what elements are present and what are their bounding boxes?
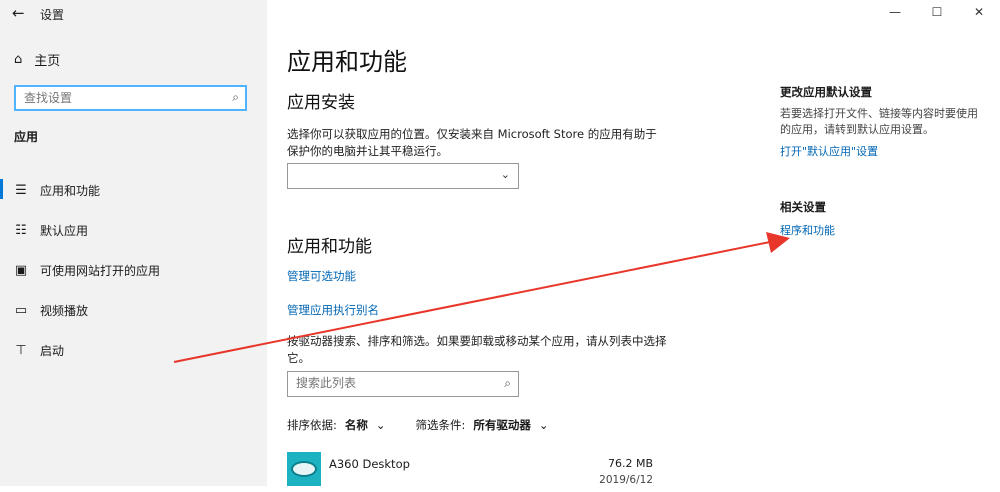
sidebar-item-label: 可使用网站打开的应用 [40,263,161,278]
app-list-search-input[interactable] [288,372,486,394]
default-apps-icon: ☷ [15,222,27,238]
sidebar: ← 设置 ⌂ 主页 ⌕ 应用 ☰ 应用和功能 ☷ 默认应用 ▣ 可使用网站打开的… [0,0,267,486]
install-description: 选择你可以获取应用的位置。仅安装来自 Microsoft Store 的应用有助… [287,127,657,158]
related-settings-heading: 相关设置 [780,200,826,214]
video-icon: ▭ [14,302,28,318]
window-controls: — ☐ ✕ [874,0,1000,24]
change-defaults-heading: 更改应用默认设置 [780,85,872,99]
sidebar-item-video[interactable]: ▭ 视频播放 [0,290,267,330]
filter-label: 筛选条件: [415,418,466,432]
titlebar-left: ← 设置 [0,0,267,28]
back-arrow-icon[interactable]: ← [12,4,25,22]
install-source-dropdown[interactable]: ⌄ [287,163,519,189]
app-list-search-box[interactable]: ⌕ [287,371,519,397]
search-icon[interactable]: ⌕ [504,376,511,391]
change-defaults-description: 若要选择打开文件、链接等内容时要使用的应用，请转到默认应用设置。 [780,107,978,136]
chevron-down-icon: ⌄ [375,418,386,432]
startup-icon: ⊤ [15,342,27,358]
a360-logo-icon [291,461,317,477]
sidebar-item-label: 视频播放 [40,303,89,318]
filter-dropdown[interactable]: 筛选条件: 所有驱动器 ⌄ [416,417,549,433]
apps-description: 按驱动器搜索、排序和筛选。如果要卸载或移动某个应用，请从列表中选择它。 [287,334,667,365]
sidebar-nav: ☰ 应用和功能 ☷ 默认应用 ▣ 可使用网站打开的应用 ▭ 视频播放 ⊤ 启动 [0,170,267,370]
search-icon[interactable]: ⌕ [232,90,239,105]
web-apps-icon: ▣ [14,262,28,278]
close-button[interactable]: ✕ [958,0,1000,24]
install-heading: 应用安装 [287,93,355,113]
sort-dropdown[interactable]: 排序依据: 名称 ⌄ [287,417,386,433]
sort-value: 名称 [344,418,368,432]
home-label: 主页 [34,54,61,69]
section-label: 应用 [14,130,39,144]
settings-search-input[interactable] [16,88,214,108]
sidebar-item-apps-features[interactable]: ☰ 应用和功能 [0,170,267,210]
apps-heading: 应用和功能 [287,237,372,257]
app-title: 设置 [40,8,65,22]
apps-list-icon: ☰ [15,182,27,198]
sidebar-item-label: 启动 [40,343,65,358]
sidebar-item-home[interactable]: ⌂ 主页 [14,50,60,69]
list-item[interactable]: A360 Desktop 76.2 MB 2019/6/12 [287,452,653,492]
sort-filter-row: 排序依据: 名称 ⌄ 筛选条件: 所有驱动器 ⌄ [287,417,549,433]
maximize-button[interactable]: ☐ [916,0,958,24]
chevron-down-icon: ⌄ [500,168,510,181]
manage-optional-features-link[interactable]: 管理可选功能 [287,268,356,284]
open-default-apps-link[interactable]: 打开"默认应用"设置 [780,143,878,159]
sidebar-item-default-apps[interactable]: ☷ 默认应用 [0,210,267,250]
page-title: 应用和功能 [287,48,407,76]
app-size: 76.2 MB [607,457,653,470]
app-icon [287,452,321,486]
sort-label: 排序依据: [287,418,337,432]
sidebar-item-label: 默认应用 [40,223,89,238]
app-date: 2019/6/12 [599,474,653,486]
main-content: — ☐ ✕ 应用和功能 应用安装 选择你可以获取应用的位置。仅安装来自 Micr… [267,0,1000,486]
app-name: A360 Desktop [329,457,410,471]
minimize-button[interactable]: — [874,0,916,24]
filter-value: 所有驱动器 [473,418,531,432]
sidebar-item-web-apps[interactable]: ▣ 可使用网站打开的应用 [0,250,267,290]
sidebar-item-label: 应用和功能 [40,183,101,198]
programs-features-link[interactable]: 程序和功能 [780,222,835,238]
chevron-down-icon: ⌄ [538,418,549,432]
settings-search-box[interactable]: ⌕ [14,85,247,111]
manage-app-aliases-link[interactable]: 管理应用执行别名 [287,302,379,318]
home-icon: ⌂ [14,52,23,67]
sidebar-item-startup[interactable]: ⊤ 启动 [0,330,267,370]
